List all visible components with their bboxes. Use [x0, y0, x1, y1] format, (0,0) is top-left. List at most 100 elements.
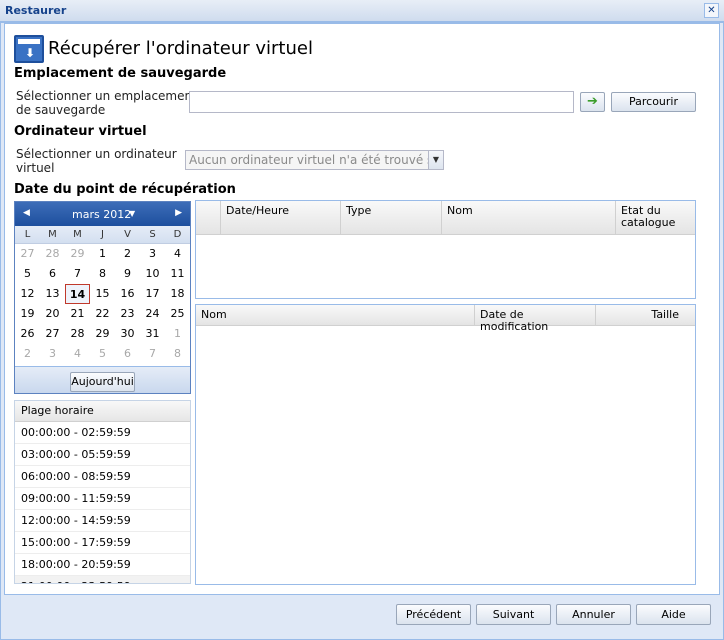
vm-section-title: Ordinateur virtuel [14, 124, 147, 139]
time-range-list: Plage horaire 00:00:00 - 02:59:59 03:00:0… [14, 400, 191, 584]
time-range-item[interactable]: 15:00:00 - 17:59:59 [15, 532, 190, 554]
calendar-day[interactable]: 29 [90, 324, 115, 344]
calendar-day[interactable]: 11 [165, 264, 190, 284]
recovery-points-grid: Date/Heure Type Nom Etat du catalogue [195, 200, 696, 299]
go-arrow-icon[interactable]: ➔ [580, 92, 605, 112]
calendar-day[interactable]: 25 [165, 304, 190, 324]
calendar-day[interactable]: 7 [65, 264, 90, 284]
calendar-day[interactable]: 3 [40, 344, 65, 364]
calendar-day[interactable]: 26 [15, 324, 40, 344]
column-type[interactable]: Type [341, 201, 442, 234]
calendar-day[interactable]: 17 [140, 284, 165, 304]
calendar-day[interactable]: 6 [40, 264, 65, 284]
time-range-item[interactable]: 18:00:00 - 20:59:59 [15, 554, 190, 576]
recovery-points-header: Date/Heure Type Nom Etat du catalogue [196, 201, 695, 235]
calendar-day[interactable]: 31 [140, 324, 165, 344]
column-nom[interactable]: Nom [442, 201, 616, 234]
calendar-day[interactable]: 13 [40, 284, 65, 304]
time-range-item[interactable]: 21:00:00 - 23:59:59 [15, 576, 190, 583]
select-column-header[interactable] [196, 201, 221, 234]
calendar: ◀ mars 2012 ▼ ▶ LMMJVSD 27 28 29 1 2 3 4 5 6 7 8 9 1… [14, 201, 191, 394]
vm-label-line1: Sélectionner un ordinateur [16, 147, 177, 161]
calendar-day[interactable]: 28 [40, 244, 65, 264]
files-grid-header: Nom Date de modification Taille [196, 305, 695, 333]
calendar-day[interactable]: 19 [15, 304, 40, 324]
calendar-day[interactable]: 1 [165, 324, 190, 344]
help-button[interactable]: Aide [636, 604, 711, 625]
page-title: Récupérer l'ordinateur virtuel [48, 38, 313, 59]
calendar-day[interactable]: 24 [140, 304, 165, 324]
calendar-day[interactable]: 5 [15, 264, 40, 284]
column-date-heure[interactable]: Date/Heure [221, 201, 341, 234]
column-etat-line2: catalogue [621, 216, 676, 229]
column-file-nom[interactable]: Nom [196, 305, 475, 325]
next-button[interactable]: Suivant [476, 604, 551, 625]
calendar-day[interactable]: 21 [65, 304, 90, 324]
calendar-day[interactable]: 10 [140, 264, 165, 284]
time-range-item[interactable]: 03:00:00 - 05:59:59 [15, 444, 190, 466]
next-month-icon[interactable]: ▶ [175, 208, 182, 218]
column-taille[interactable]: Taille [596, 305, 695, 325]
time-range-item[interactable]: 12:00:00 - 14:59:59 [15, 510, 190, 532]
calendar-day[interactable]: 4 [165, 244, 190, 264]
today-button[interactable]: Aujourd'hui [70, 372, 135, 392]
calendar-day[interactable]: 15 [90, 284, 115, 304]
backup-location-label-line1: Sélectionner un emplacement [16, 89, 197, 103]
calendar-day[interactable]: 8 [90, 264, 115, 284]
files-grid: Nom Date de modification Taille [195, 304, 696, 585]
calendar-month-label[interactable]: mars 2012 [72, 208, 131, 221]
calendar-day[interactable]: 20 [40, 304, 65, 324]
weekday-label: L [24, 229, 31, 240]
calendar-day[interactable]: 22 [90, 304, 115, 324]
calendar-day[interactable]: 6 [115, 344, 140, 364]
calendar-day[interactable]: 29 [65, 244, 90, 264]
time-range-item[interactable]: 06:00:00 - 08:59:59 [15, 466, 190, 488]
time-range-header: Plage horaire [15, 401, 190, 422]
backup-location-section-title: Emplacement de sauvegarde [14, 66, 227, 81]
calendar-day[interactable]: 3 [140, 244, 165, 264]
calendar-day[interactable]: 28 [65, 324, 90, 344]
month-dropdown-icon[interactable]: ▼ [129, 209, 135, 218]
calendar-weekdays: LMMJVSD [15, 226, 190, 244]
calendar-day[interactable]: 4 [65, 344, 90, 364]
backup-location-input[interactable] [189, 91, 574, 113]
calendar-day[interactable]: 27 [40, 324, 65, 344]
calendar-day[interactable]: 2 [15, 344, 40, 364]
restore-vm-icon: ⬇ [14, 35, 44, 63]
calendar-day[interactable]: 18 [165, 284, 190, 304]
calendar-day[interactable]: 30 [115, 324, 140, 344]
calendar-day-selected[interactable]: 14 [65, 284, 90, 304]
column-etat-catalogue[interactable]: Etat du catalogue [616, 201, 695, 234]
calendar-day[interactable]: 2 [115, 244, 140, 264]
weekday-label: V [124, 229, 131, 240]
calendar-footer: Aujourd'hui [15, 366, 190, 393]
calendar-day[interactable]: 23 [115, 304, 140, 324]
vm-select[interactable]: Aucun ordinateur virtuel n'a été trouvé … [185, 150, 429, 170]
column-date-modification[interactable]: Date de modification [475, 305, 596, 333]
weekday-label: J [101, 229, 104, 240]
previous-button[interactable]: Précédent [396, 604, 471, 625]
calendar-day[interactable]: 7 [140, 344, 165, 364]
backup-location-label: Sélectionner un emplacement de sauvegard… [16, 89, 197, 117]
browse-button[interactable]: Parcourir [611, 92, 696, 112]
title-bar: Restaurer ✕ [0, 0, 724, 22]
prev-month-icon[interactable]: ◀ [23, 208, 30, 218]
backup-location-label-line2: de sauvegarde [16, 103, 106, 117]
weekday-label: D [173, 229, 182, 240]
calendar-day[interactable]: 16 [115, 284, 140, 304]
calendar-day[interactable]: 5 [90, 344, 115, 364]
close-icon[interactable]: ✕ [704, 3, 719, 18]
time-range-item[interactable]: 09:00:00 - 11:59:59 [15, 488, 190, 510]
calendar-day[interactable]: 9 [115, 264, 140, 284]
cancel-button[interactable]: Annuler [556, 604, 631, 625]
window-title: Restaurer [5, 4, 67, 17]
vm-label-line2: virtuel [16, 161, 55, 175]
calendar-day[interactable]: 12 [15, 284, 40, 304]
time-range-item[interactable]: 00:00:00 - 02:59:59 [15, 422, 190, 444]
calendar-day[interactable]: 8 [165, 344, 190, 364]
weekday-label: S [149, 229, 156, 240]
calendar-day[interactable]: 27 [15, 244, 40, 264]
chevron-down-icon[interactable]: ▼ [428, 150, 444, 170]
vm-label: Sélectionner un ordinateur virtuel [16, 147, 177, 175]
calendar-day[interactable]: 1 [90, 244, 115, 264]
